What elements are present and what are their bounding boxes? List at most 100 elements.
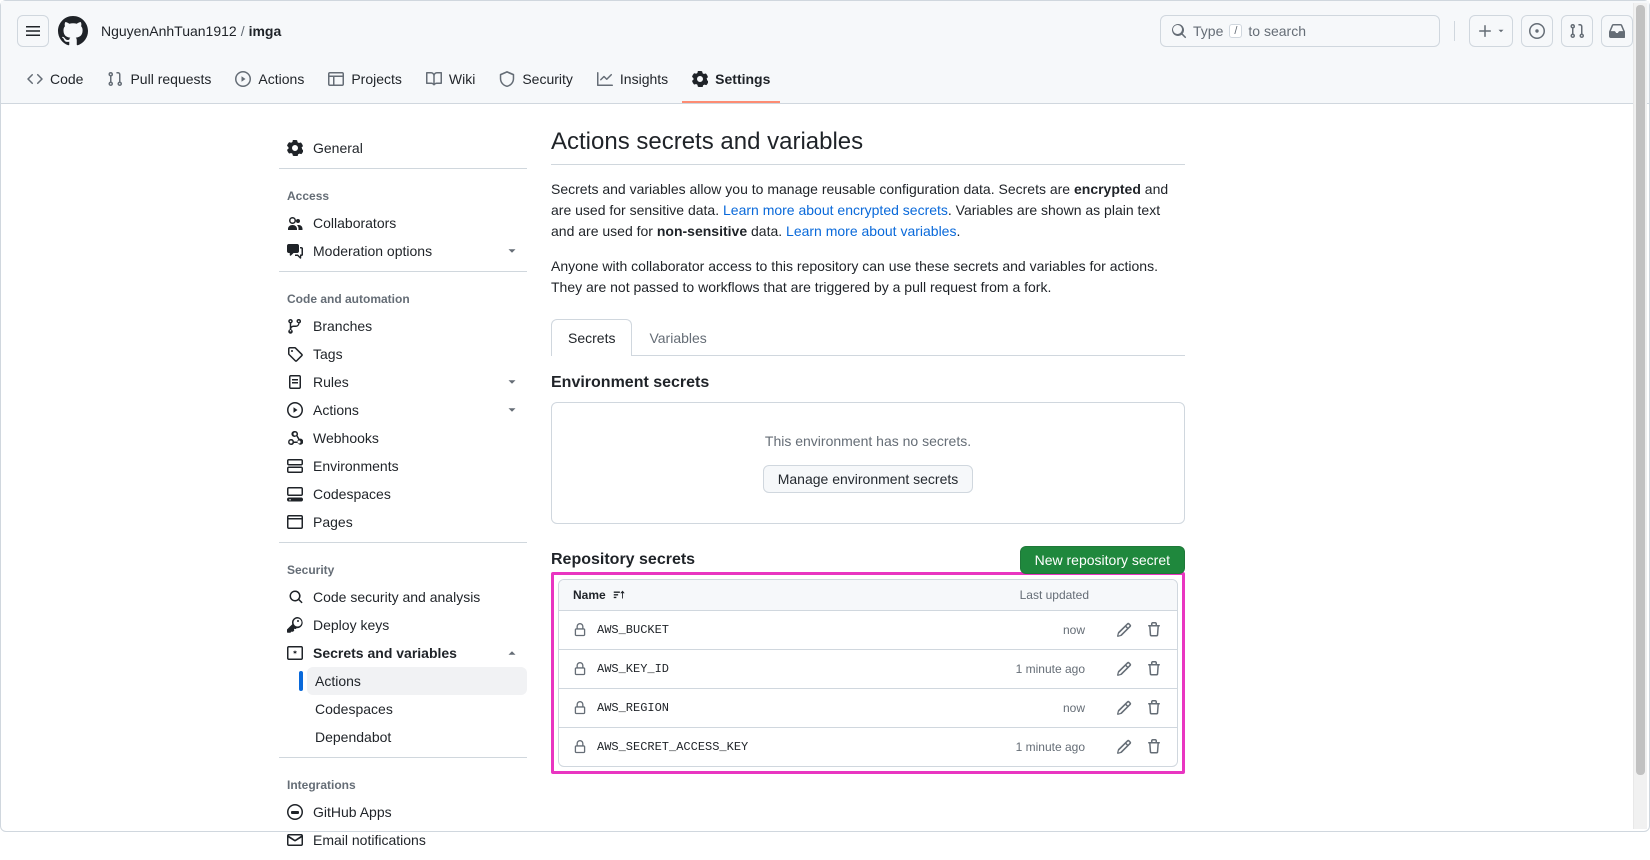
- sidebar-item-label: Codespaces: [313, 486, 391, 502]
- sidebar-collaborators[interactable]: Collaborators: [279, 209, 527, 237]
- sidebar-pages[interactable]: Pages: [279, 508, 527, 536]
- hamburger-menu[interactable]: [17, 15, 49, 47]
- lock-icon: [573, 662, 587, 676]
- nav-code-label: Code: [50, 71, 83, 87]
- sidebar-item-label: General: [313, 140, 363, 156]
- delete-secret-button[interactable]: [1145, 660, 1163, 678]
- repo-secrets-table: Name Last updated AWS_BUCKETnowAWS_KEY_I…: [558, 579, 1178, 767]
- table-icon: [328, 71, 344, 87]
- sidebar-item-label: Environments: [313, 458, 399, 474]
- pull-requests-button[interactable]: [1561, 15, 1593, 47]
- new-repo-secret-button[interactable]: New repository secret: [1020, 546, 1185, 574]
- nav-settings-label: Settings: [715, 71, 770, 87]
- nav-projects-label: Projects: [351, 71, 402, 87]
- edit-secret-button[interactable]: [1115, 738, 1133, 756]
- table-header: Name Last updated: [559, 580, 1177, 611]
- create-new-button[interactable]: [1469, 15, 1513, 47]
- play-icon: [287, 402, 303, 418]
- env-secrets-title: Environment secrets: [551, 374, 1185, 392]
- text: .: [956, 223, 960, 239]
- env-empty-msg: This environment has no secrets.: [582, 433, 1154, 449]
- sidebar-github-apps[interactable]: GitHub Apps: [279, 798, 527, 826]
- nav-security[interactable]: Security: [489, 56, 583, 103]
- sidebar-item-label: Moderation options: [313, 243, 432, 259]
- page-body: General Access Collaborators Moderation …: [1, 104, 1649, 860]
- sidebar-code-heading: Code and automation: [279, 278, 527, 312]
- plus-icon: [1477, 23, 1493, 39]
- nav-pulls[interactable]: Pull requests: [97, 56, 221, 103]
- text: Secrets and variables allow you to manag…: [551, 181, 1074, 197]
- sidebar-secrets-dependabot[interactable]: Dependabot: [307, 723, 527, 751]
- bars-icon: [25, 23, 41, 39]
- sidebar-tags[interactable]: Tags: [279, 340, 527, 368]
- sidebar-access-heading: Access: [279, 175, 527, 209]
- scrollbar-thumb[interactable]: [1636, 5, 1645, 775]
- nav-settings[interactable]: Settings: [682, 56, 780, 103]
- repo-secrets-title: Repository secrets: [551, 551, 695, 569]
- sidebar-secrets-codespaces[interactable]: Codespaces: [307, 695, 527, 723]
- sidebar-security-heading: Security: [279, 549, 527, 583]
- issues-button[interactable]: [1521, 15, 1553, 47]
- sidebar-rules[interactable]: Rules: [279, 368, 527, 396]
- sidebar-item-label: Collaborators: [313, 215, 396, 231]
- sidebar-deploy-keys[interactable]: Deploy keys: [279, 611, 527, 639]
- main-content: Actions secrets and variables Secrets an…: [551, 128, 1185, 860]
- browser-icon: [287, 514, 303, 530]
- edit-secret-button[interactable]: [1115, 621, 1133, 639]
- tab-secrets[interactable]: Secrets: [551, 319, 632, 356]
- scrollbar-track[interactable]: [1633, 3, 1647, 829]
- github-logo[interactable]: [57, 15, 89, 47]
- secret-name: AWS_REGION: [597, 701, 669, 715]
- secret-updated: 1 minute ago: [1015, 740, 1085, 754]
- sidebar-item-label: GitHub Apps: [313, 804, 392, 820]
- page-title: Actions secrets and variables: [551, 128, 1185, 165]
- sidebar-item-label: Branches: [313, 318, 372, 334]
- sidebar-secrets[interactable]: Secrets and variables: [279, 639, 527, 667]
- inbox-button[interactable]: [1601, 15, 1633, 47]
- nav-actions[interactable]: Actions: [225, 56, 314, 103]
- search-input[interactable]: Type / to search: [1160, 15, 1440, 47]
- slash-key-icon: /: [1229, 24, 1242, 38]
- link-encrypted-secrets[interactable]: Learn more about encrypted secrets: [723, 202, 948, 218]
- delete-secret-button[interactable]: [1145, 621, 1163, 639]
- nav-wiki[interactable]: Wiki: [416, 56, 485, 103]
- tab-variables[interactable]: Variables: [632, 319, 723, 356]
- delete-secret-button[interactable]: [1145, 699, 1163, 717]
- sidebar-branches[interactable]: Branches: [279, 312, 527, 340]
- sidebar-actions[interactable]: Actions: [279, 396, 527, 424]
- lock-icon-wrap: [573, 701, 587, 715]
- col-updated-label: Last updated: [1020, 588, 1089, 602]
- sidebar-secrets-actions[interactable]: Actions: [307, 667, 527, 695]
- manage-env-secrets-button[interactable]: Manage environment secrets: [763, 465, 974, 493]
- nav-code[interactable]: Code: [17, 56, 93, 103]
- sort-icon[interactable]: [612, 588, 626, 602]
- lock-icon-wrap: [573, 662, 587, 676]
- breadcrumb-repo[interactable]: imga: [249, 23, 282, 39]
- nav-projects[interactable]: Projects: [318, 56, 412, 103]
- edit-secret-button[interactable]: [1115, 699, 1133, 717]
- code-icon: [27, 71, 43, 87]
- secret-updated: now: [1015, 701, 1085, 715]
- codespaces-icon: [287, 486, 303, 502]
- sidebar-item-label: Deploy keys: [313, 617, 389, 633]
- settings-sidebar: General Access Collaborators Moderation …: [279, 128, 527, 860]
- breadcrumb-owner[interactable]: NguyenAnhTuan1912: [101, 23, 237, 39]
- edit-secret-button[interactable]: [1115, 660, 1133, 678]
- book-icon: [426, 71, 442, 87]
- sidebar-webhooks[interactable]: Webhooks: [279, 424, 527, 452]
- sidebar-moderation[interactable]: Moderation options: [279, 237, 527, 265]
- sidebar-email-notif[interactable]: Email notifications: [279, 826, 527, 854]
- link-variables[interactable]: Learn more about variables: [786, 223, 956, 239]
- trash-icon: [1146, 661, 1162, 677]
- nav-wiki-label: Wiki: [449, 71, 475, 87]
- secret-name: AWS_SECRET_ACCESS_KEY: [597, 740, 748, 754]
- breadcrumb-sep: /: [241, 23, 245, 39]
- sidebar-code-security[interactable]: Code security and analysis: [279, 583, 527, 611]
- sidebar-general[interactable]: General: [279, 134, 527, 162]
- sidebar-environments[interactable]: Environments: [279, 452, 527, 480]
- sidebar-codespaces[interactable]: Codespaces: [279, 480, 527, 508]
- delete-secret-button[interactable]: [1145, 738, 1163, 756]
- nav-actions-label: Actions: [258, 71, 304, 87]
- intro-paragraph-1: Secrets and variables allow you to manag…: [551, 179, 1185, 242]
- nav-insights[interactable]: Insights: [587, 56, 678, 103]
